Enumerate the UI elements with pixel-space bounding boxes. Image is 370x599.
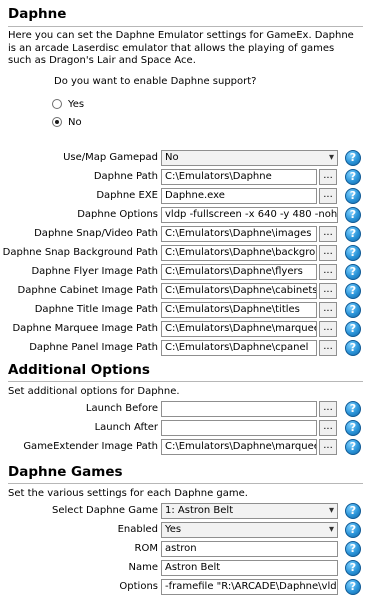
select-daphne-game-select-value: 1: Astron Belt (165, 505, 234, 516)
help-question-icon[interactable]: ? (345, 579, 361, 595)
daphne-title-image-path-input[interactable]: C:\Emulators\Daphne\titles (161, 302, 317, 318)
use-map-gamepad-label: Use/Map Gamepad (63, 152, 158, 163)
launch-after-input[interactable] (161, 420, 317, 436)
daphne-marquee-image-path-label: Daphne Marquee Image Path (12, 323, 158, 334)
radio-no-label: No (68, 116, 82, 128)
help-question-icon[interactable]: ? (345, 522, 361, 538)
daphne-path-input[interactable]: C:\Emulators\Daphne (161, 169, 317, 185)
radio-no[interactable]: No (52, 115, 82, 129)
enabled-select-value: Yes (165, 524, 182, 535)
rom-label: ROM (134, 543, 158, 554)
daphne-cabinet-image-path-input[interactable]: C:\Emulators\Daphne\cabinets (161, 283, 317, 299)
daphne-exe-input[interactable]: Daphne.exe (161, 188, 317, 204)
enabled-label: Enabled (117, 524, 158, 535)
daphne-panel-image-path-browse-button[interactable]: ... (319, 340, 337, 356)
help-question-icon[interactable]: ? (345, 321, 361, 337)
additional-description: Set additional options for Daphne. (8, 386, 180, 397)
daphne-path-label: Daphne Path (93, 171, 158, 182)
daphne-flyer-image-path-browse-button[interactable]: ... (319, 264, 337, 280)
chevron-down-icon[interactable]: ▾ (329, 151, 334, 165)
enable-question: Do you want to enable Daphne support? (54, 76, 257, 87)
help-question-icon[interactable]: ? (345, 541, 361, 557)
daphne-snap-background-path-browse-button[interactable]: ... (319, 245, 337, 261)
options-label: Options (119, 581, 158, 592)
launch-before-label: Launch Before (85, 403, 158, 414)
daphne-snap-video-path-label: Daphne Snap/Video Path (34, 228, 158, 239)
daphne-title-image-path-browse-button[interactable]: ... (319, 302, 337, 318)
daphne-cabinet-image-path-browse-button[interactable]: ... (319, 283, 337, 299)
daphne-path-browse-button[interactable]: ... (319, 169, 337, 185)
launch-before-browse-button[interactable]: ... (319, 401, 337, 417)
launch-after-label: Launch After (94, 422, 158, 433)
help-question-icon[interactable]: ? (345, 560, 361, 576)
help-question-icon[interactable]: ? (345, 150, 361, 166)
daphne-exe-label: Daphne EXE (96, 190, 158, 201)
radio-yes[interactable]: Yes (52, 97, 84, 111)
help-question-icon[interactable]: ? (345, 169, 361, 185)
help-question-icon[interactable]: ? (345, 503, 361, 519)
launch-after-browse-button[interactable]: ... (319, 420, 337, 436)
chevron-down-icon[interactable]: ▾ (329, 504, 334, 518)
daphne-title-image-path-label: Daphne Title Image Path (34, 304, 158, 315)
section-divider (8, 483, 363, 484)
additional-section-title: Additional Options (8, 362, 150, 378)
daphne-marquee-image-path-browse-button[interactable]: ... (319, 321, 337, 337)
help-question-icon[interactable]: ? (345, 283, 361, 299)
help-question-icon[interactable]: ? (345, 340, 361, 356)
help-question-icon[interactable]: ? (345, 420, 361, 436)
gameextender-image-path-input[interactable]: C:\Emulators\Daphne\marquees (161, 439, 317, 455)
help-question-icon[interactable]: ? (345, 207, 361, 223)
help-question-icon[interactable]: ? (345, 188, 361, 204)
select-daphne-game-label: Select Daphne Game (52, 505, 158, 516)
daphne-snap-background-path-input[interactable]: C:\Emulators\Daphne\background (161, 245, 317, 261)
radio-no-button[interactable] (52, 117, 62, 127)
help-question-icon[interactable]: ? (345, 439, 361, 455)
help-question-icon[interactable]: ? (345, 245, 361, 261)
section-divider (8, 381, 363, 382)
rom-input[interactable]: astron (161, 541, 338, 557)
daphne-section-title: Daphne (8, 6, 67, 22)
daphne-flyer-image-path-label: Daphne Flyer Image Path (31, 266, 158, 277)
daphne-cabinet-image-path-label: Daphne Cabinet Image Path (17, 285, 158, 296)
daphne-snap-video-path-input[interactable]: C:\Emulators\Daphne\images (161, 226, 317, 242)
daphne-exe-browse-button[interactable]: ... (319, 188, 337, 204)
daphne-snap-background-path-label: Daphne Snap Background Path (2, 247, 158, 258)
launch-before-input[interactable] (161, 401, 317, 417)
daphne-panel-image-path-label: Daphne Panel Image Path (29, 342, 158, 353)
daphne-marquee-image-path-input[interactable]: C:\Emulators\Daphne\marquees (161, 321, 317, 337)
daphne-snap-video-path-browse-button[interactable]: ... (319, 226, 337, 242)
help-question-icon[interactable]: ? (345, 226, 361, 242)
gameextender-image-path-label: GameExtender Image Path (23, 441, 158, 452)
options-input[interactable]: -framefile "R:\ARCADE\Daphne\vldp (161, 579, 338, 595)
games-section-title: Daphne Games (8, 464, 123, 480)
enabled-select[interactable]: Yes ▾ (161, 522, 338, 538)
help-question-icon[interactable]: ? (345, 401, 361, 417)
chevron-down-icon[interactable]: ▾ (329, 523, 334, 537)
daphne-options-label: Daphne Options (77, 209, 158, 220)
daphne-options-input[interactable]: vldp -fullscreen -x 640 -y 480 -nohwacce… (161, 207, 338, 223)
help-question-icon[interactable]: ? (345, 264, 361, 280)
daphne-panel-image-path-input[interactable]: C:\Emulators\Daphne\cpanel (161, 340, 317, 356)
help-question-icon[interactable]: ? (345, 302, 361, 318)
use-map-gamepad-select[interactable]: No ▾ (161, 150, 338, 166)
section-divider (8, 26, 363, 27)
daphne-flyer-image-path-input[interactable]: C:\Emulators\Daphne\flyers (161, 264, 317, 280)
radio-yes-label: Yes (68, 98, 85, 110)
use-map-gamepad-select-value: No (165, 152, 179, 163)
select-daphne-game-select[interactable]: 1: Astron Belt ▾ (161, 503, 338, 519)
name-label: Name (128, 562, 158, 573)
gameextender-image-path-browse-button[interactable]: ... (319, 439, 337, 455)
radio-yes-button[interactable] (52, 99, 62, 109)
games-description: Set the various settings for each Daphne… (8, 488, 248, 499)
daphne-description: Here you can set the Daphne Emulator set… (8, 30, 354, 66)
name-input[interactable]: Astron Belt (161, 560, 338, 576)
